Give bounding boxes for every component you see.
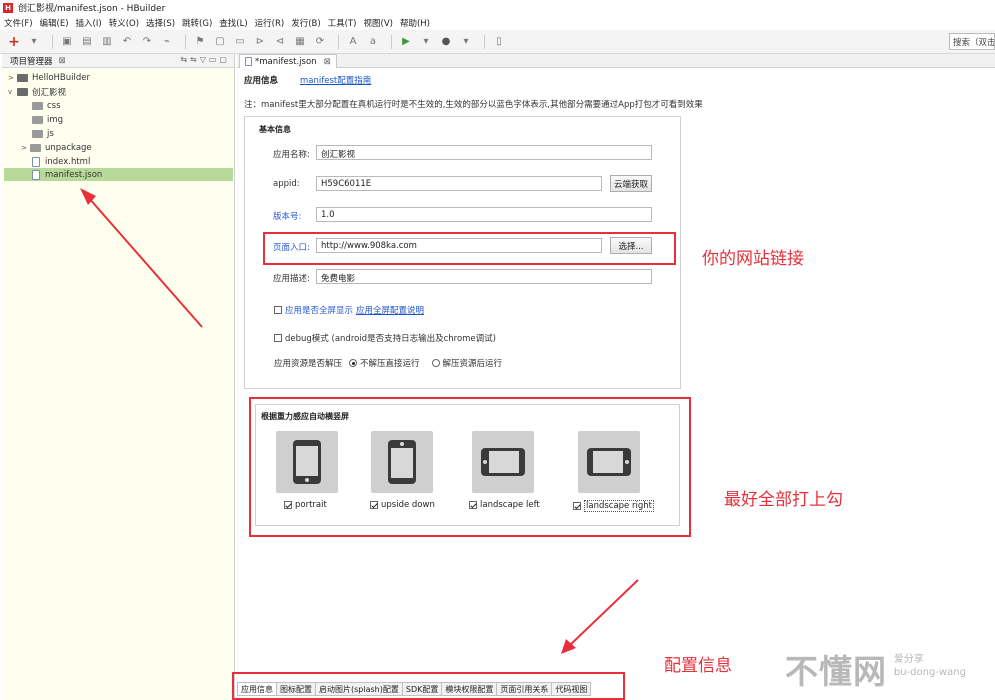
arrow-to-manifest (87, 196, 203, 328)
watermark-logo-text: 不懂网 (785, 652, 887, 691)
watermark: 不懂网 爱分享 bu-dong-wang (785, 645, 966, 693)
watermark-subtext: 爱分享 bu-dong-wang (894, 653, 966, 679)
annotation-arrows (80, 188, 639, 654)
watermark-small-bottom: bu-dong-wang (893, 667, 966, 678)
watermark-small-top: 爱分享 (893, 654, 924, 665)
arrow-to-bottom-tabs (568, 579, 639, 647)
